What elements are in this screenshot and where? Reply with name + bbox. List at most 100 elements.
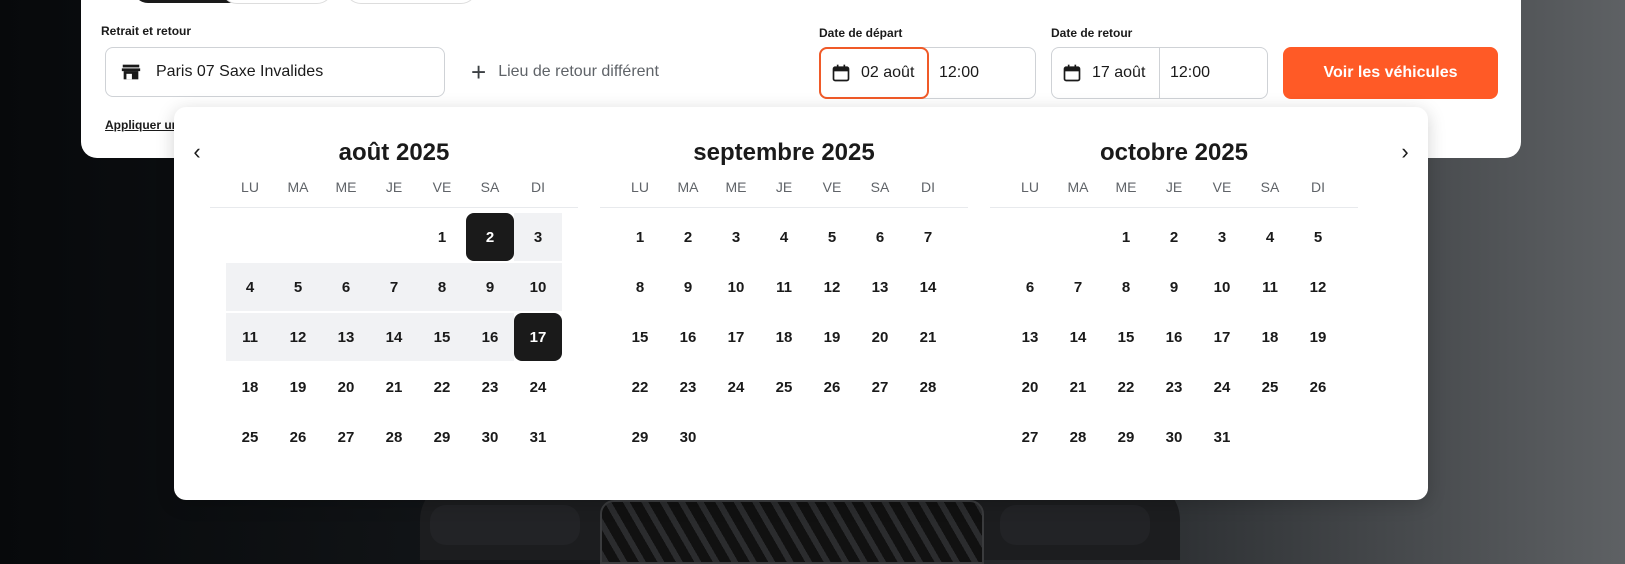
day-cell-in-range[interactable]: 13 <box>322 313 370 361</box>
day-cell[interactable]: 22 <box>1102 363 1150 411</box>
apply-link[interactable]: Appliquer un <box>105 118 179 132</box>
day-cell-selected[interactable]: 17 <box>514 313 562 361</box>
day-cell[interactable]: 27 <box>856 363 904 411</box>
day-cell[interactable]: 9 <box>664 263 712 311</box>
day-cell[interactable]: 15 <box>1102 313 1150 361</box>
day-cell[interactable]: 25 <box>760 363 808 411</box>
day-cell-in-range[interactable]: 16 <box>466 313 514 361</box>
day-cell[interactable]: 3 <box>1198 213 1246 261</box>
day-cell[interactable]: 7 <box>1054 263 1102 311</box>
day-cell-in-range[interactable]: 9 <box>466 263 514 311</box>
departure-field[interactable]: 02 août 12:00 <box>819 47 1036 99</box>
day-cell[interactable]: 1 <box>1102 213 1150 261</box>
day-cell[interactable]: 28 <box>904 363 952 411</box>
return-field[interactable]: 17 août 12:00 <box>1051 47 1268 99</box>
day-cell[interactable]: 16 <box>664 313 712 361</box>
return-time-input[interactable]: 12:00 <box>1160 48 1210 98</box>
day-cell[interactable]: 31 <box>514 413 562 461</box>
day-cell[interactable]: 19 <box>274 363 322 411</box>
day-cell-in-range[interactable]: 10 <box>514 263 562 311</box>
day-cell[interactable]: 21 <box>904 313 952 361</box>
day-cell[interactable]: 13 <box>1006 313 1054 361</box>
different-return-button[interactable]: + Lieu de retour différent <box>471 48 659 96</box>
tab[interactable] <box>221 0 333 4</box>
pickup-location-field[interactable]: Paris 07 Saxe Invalides <box>105 47 445 97</box>
day-cell[interactable]: 14 <box>1054 313 1102 361</box>
day-cell[interactable]: 6 <box>856 213 904 261</box>
day-cell[interactable]: 10 <box>1198 263 1246 311</box>
day-cell[interactable]: 31 <box>1198 413 1246 461</box>
day-cell[interactable]: 11 <box>1246 263 1294 311</box>
chevron-left-icon[interactable]: ‹ <box>182 137 212 167</box>
day-cell-in-range[interactable]: 8 <box>418 263 466 311</box>
day-cell-in-range[interactable]: 6 <box>322 263 370 311</box>
day-cell[interactable]: 23 <box>1150 363 1198 411</box>
day-cell[interactable]: 10 <box>712 263 760 311</box>
day-cell[interactable]: 5 <box>1294 213 1342 261</box>
day-cell-in-range[interactable]: 7 <box>370 263 418 311</box>
day-cell[interactable]: 30 <box>1150 413 1198 461</box>
day-cell[interactable]: 4 <box>760 213 808 261</box>
day-cell[interactable]: 24 <box>514 363 562 411</box>
search-vehicles-button[interactable]: Voir les véhicules <box>1283 47 1498 99</box>
departure-date-input[interactable]: 02 août <box>819 47 929 99</box>
day-cell[interactable]: 28 <box>370 413 418 461</box>
day-cell[interactable]: 4 <box>1246 213 1294 261</box>
day-cell[interactable]: 18 <box>226 363 274 411</box>
day-cell[interactable]: 17 <box>712 313 760 361</box>
day-cell-in-range[interactable]: 12 <box>274 313 322 361</box>
day-cell[interactable]: 2 <box>664 213 712 261</box>
day-cell[interactable]: 26 <box>808 363 856 411</box>
day-cell[interactable]: 15 <box>616 313 664 361</box>
day-cell[interactable]: 14 <box>904 263 952 311</box>
day-cell[interactable]: 1 <box>418 213 466 261</box>
day-cell[interactable]: 26 <box>274 413 322 461</box>
day-cell[interactable]: 27 <box>322 413 370 461</box>
day-cell[interactable]: 18 <box>760 313 808 361</box>
day-cell[interactable]: 17 <box>1198 313 1246 361</box>
day-cell[interactable]: 12 <box>1294 263 1342 311</box>
day-cell[interactable]: 28 <box>1054 413 1102 461</box>
day-cell[interactable]: 19 <box>1294 313 1342 361</box>
day-cell-selected[interactable]: 2 <box>466 213 514 261</box>
day-cell[interactable]: 20 <box>1006 363 1054 411</box>
day-cell[interactable]: 25 <box>1246 363 1294 411</box>
day-cell-in-range[interactable]: 11 <box>226 313 274 361</box>
day-cell[interactable]: 8 <box>616 263 664 311</box>
day-cell[interactable]: 9 <box>1150 263 1198 311</box>
day-cell[interactable]: 29 <box>418 413 466 461</box>
day-cell[interactable]: 3 <box>712 213 760 261</box>
day-cell[interactable]: 6 <box>1006 263 1054 311</box>
day-cell[interactable]: 30 <box>664 413 712 461</box>
day-cell[interactable]: 20 <box>856 313 904 361</box>
day-cell[interactable]: 12 <box>808 263 856 311</box>
day-cell[interactable]: 21 <box>1054 363 1102 411</box>
day-cell[interactable]: 24 <box>712 363 760 411</box>
day-cell[interactable]: 20 <box>322 363 370 411</box>
day-cell[interactable]: 27 <box>1006 413 1054 461</box>
departure-time-input[interactable]: 12:00 <box>929 48 979 98</box>
day-cell[interactable]: 1 <box>616 213 664 261</box>
day-cell-in-range[interactable]: 3 <box>514 213 562 261</box>
day-cell[interactable]: 18 <box>1246 313 1294 361</box>
day-cell-in-range[interactable]: 4 <box>226 263 274 311</box>
day-cell[interactable]: 2 <box>1150 213 1198 261</box>
day-cell[interactable]: 19 <box>808 313 856 361</box>
day-cell-in-range[interactable]: 14 <box>370 313 418 361</box>
day-cell[interactable]: 5 <box>808 213 856 261</box>
day-cell[interactable]: 13 <box>856 263 904 311</box>
day-cell[interactable]: 29 <box>616 413 664 461</box>
day-cell[interactable]: 29 <box>1102 413 1150 461</box>
chevron-right-icon[interactable]: › <box>1390 137 1420 167</box>
day-cell-in-range[interactable]: 5 <box>274 263 322 311</box>
day-cell[interactable]: 23 <box>466 363 514 411</box>
day-cell[interactable]: 22 <box>616 363 664 411</box>
day-cell[interactable]: 16 <box>1150 313 1198 361</box>
day-cell[interactable]: 25 <box>226 413 274 461</box>
day-cell[interactable]: 22 <box>418 363 466 411</box>
day-cell[interactable]: 7 <box>904 213 952 261</box>
day-cell[interactable]: 11 <box>760 263 808 311</box>
day-cell[interactable]: 24 <box>1198 363 1246 411</box>
day-cell[interactable]: 21 <box>370 363 418 411</box>
day-cell[interactable]: 8 <box>1102 263 1150 311</box>
